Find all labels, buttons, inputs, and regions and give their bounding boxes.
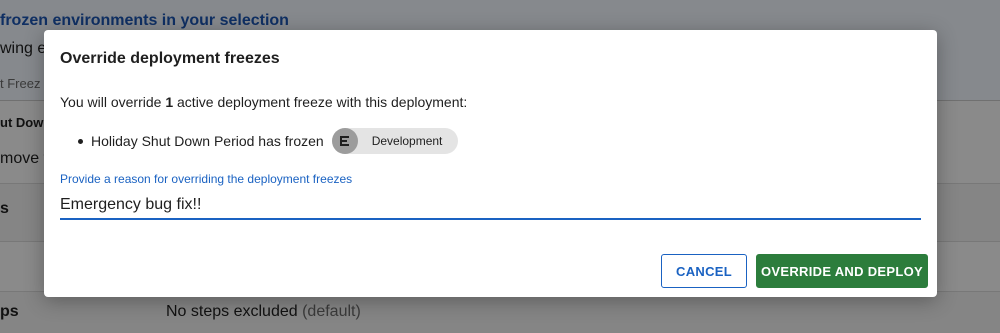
background-row [0,291,1000,333]
intro-prefix: You will override [60,94,162,110]
environment-chip: Development [331,128,459,154]
background-section-title: frozen environments in your selection [0,12,289,29]
freeze-count: 1 [165,94,174,110]
bullet-icon [78,138,83,144]
intro-suffix: active deployment freeze with this deplo… [177,94,468,110]
excluded-steps-value: No steps excluded (default) [166,303,361,321]
environment-icon [331,128,358,154]
cancel-button[interactable]: CANCEL [661,254,747,288]
dialog-title: Override deployment freezes [60,50,280,67]
reason-input[interactable] [60,192,921,220]
freeze-list-item: Holiday Shut Down Period has frozen Deve… [78,128,459,154]
excluded-steps-default: (default) [302,303,361,320]
environment-name: Development [371,134,443,148]
background-text: t Freez [0,76,41,91]
freeze-description: Holiday Shut Down Period has frozen [91,133,324,149]
background-row-label: s [0,200,9,217]
excluded-steps-text: No steps excluded [166,303,298,320]
reason-field-label: Provide a reason for overriding the depl… [60,172,353,186]
background-text: move f [0,150,49,167]
dialog-intro: You will override 1 active deployment fr… [60,94,467,110]
background-row-label: ps [0,303,19,320]
override-and-deploy-button[interactable]: OVERRIDE AND DEPLOY [756,254,928,288]
override-freeze-dialog: Override deployment freezes You will ove… [44,30,937,297]
